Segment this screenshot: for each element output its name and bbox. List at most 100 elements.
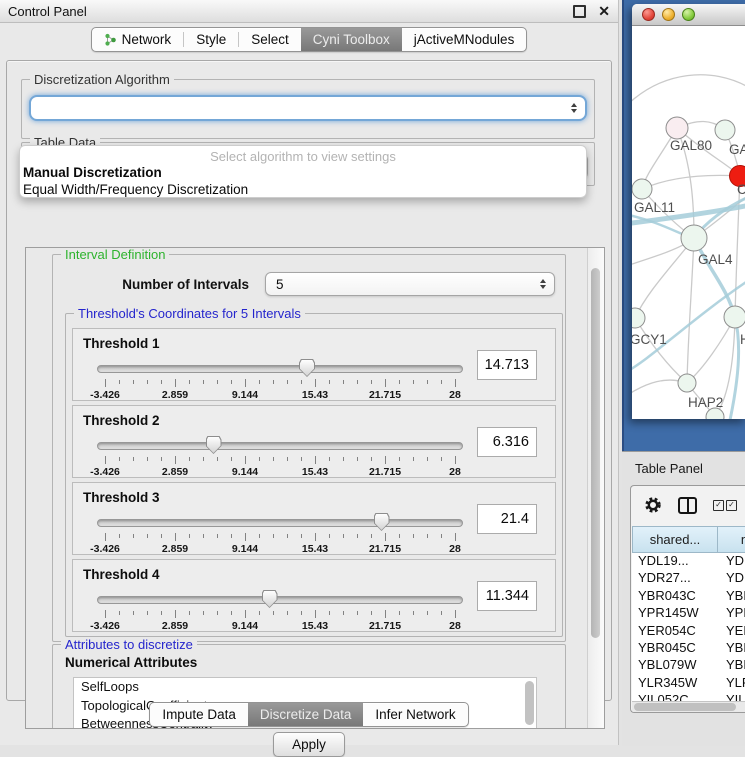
slider-thumb[interactable] — [206, 436, 222, 454]
slider-thumb[interactable] — [299, 359, 315, 377]
table-row[interactable]: YIL052CYIL0 — [632, 692, 745, 701]
settings-scrollbar-track[interactable] — [587, 248, 604, 728]
tick-mark — [189, 611, 190, 615]
tick-mark — [189, 380, 190, 384]
table-row[interactable]: YLR345WYLR3 — [632, 675, 745, 692]
minimize-window-icon[interactable] — [662, 8, 675, 21]
table-row[interactable]: YDL19...YDL1 — [632, 553, 745, 570]
network-canvas[interactable]: GAL80GACGAL11GAL4GCY1HHAP2 — [632, 26, 745, 419]
threshold-value-field[interactable]: 14.713 — [477, 350, 537, 380]
network-edge[interactable] — [635, 238, 694, 318]
tab-label: jActiveMNodules — [414, 32, 515, 47]
attribute-item[interactable]: SelfLoops — [74, 678, 536, 697]
tick-mark — [455, 610, 456, 618]
tick-mark — [427, 611, 428, 615]
slider-track[interactable] — [97, 442, 463, 450]
tab-discretize-data[interactable]: Discretize Data — [248, 703, 364, 726]
slider-thumb[interactable] — [262, 590, 278, 608]
gear-icon[interactable] — [644, 496, 662, 514]
dropdown-option[interactable]: Manual Discretization — [20, 164, 586, 181]
network-node[interactable] — [681, 225, 707, 251]
tab-network[interactable]: Network — [92, 28, 184, 51]
network-view-window: GAL80GACGAL11GAL4GCY1HHAP2 — [632, 4, 745, 419]
table-hscrollbar[interactable] — [632, 701, 745, 712]
column-header[interactable]: shared... — [632, 526, 718, 553]
split-columns-icon[interactable] — [678, 497, 697, 514]
network-node[interactable] — [632, 179, 652, 199]
combo-arrows-icon — [571, 103, 577, 113]
threshold-slider[interactable]: -3.4262.8599.14415.4321.71528 — [97, 588, 463, 632]
table-hscrollbar-thumb[interactable] — [634, 703, 736, 711]
control-panel-titlebar: Control Panel ✕ — [0, 0, 618, 23]
slider-thumb[interactable] — [374, 513, 390, 531]
algorithm-combo[interactable] — [29, 95, 587, 121]
threshold-slider[interactable]: -3.4262.8599.14415.4321.71528 — [97, 434, 463, 478]
zoom-window-icon[interactable] — [682, 8, 695, 21]
close-window-icon[interactable] — [642, 8, 655, 21]
cell-name: YPR1 — [718, 605, 745, 622]
network-node[interactable] — [632, 308, 645, 328]
network-node[interactable] — [678, 374, 696, 392]
tick-mark — [161, 457, 162, 461]
table-row[interactable]: YBR045CYBR0 — [632, 640, 745, 657]
network-edge[interactable] — [632, 75, 745, 106]
network-node[interactable] — [724, 306, 745, 328]
slider-track[interactable] — [97, 365, 463, 373]
dropdown-option[interactable]: Equal Width/Frequency Discretization — [20, 181, 586, 198]
tick-label: 15.43 — [302, 389, 328, 401]
tab-infer-network[interactable]: Infer Network — [363, 703, 467, 726]
tick-mark — [301, 611, 302, 615]
threshold-value-field[interactable]: 11.344 — [477, 581, 537, 611]
tab-style[interactable]: Style — [184, 28, 238, 51]
close-panel-icon[interactable]: ✕ — [598, 4, 610, 18]
select-columns-icon[interactable]: ✓ ✓ — [713, 500, 737, 511]
threshold-slider[interactable]: -3.4262.8599.14415.4321.71528 — [97, 357, 463, 401]
tick-label: -3.426 — [90, 389, 120, 401]
tick-mark — [385, 533, 386, 541]
settings-scrollbar-thumb[interactable] — [591, 268, 600, 638]
table-row[interactable]: YER054CYER0 — [632, 623, 745, 640]
thresholds-group: Threshold's Coordinates for 5 Intervals … — [65, 313, 563, 637]
tick-mark — [133, 457, 134, 461]
threshold-slider[interactable]: -3.4262.8599.14415.4321.71528 — [97, 511, 463, 555]
screen: { "window": { "title": "Control Panel" }… — [0, 0, 745, 745]
thresholds-group-title: Threshold's Coordinates for 5 Intervals — [74, 306, 305, 321]
table-row[interactable]: YBL079WYBL0 — [632, 657, 745, 674]
network-edge[interactable] — [735, 176, 740, 317]
network-node[interactable] — [715, 120, 735, 140]
node-label: C — [737, 182, 745, 197]
threshold-value-field[interactable]: 21.4 — [477, 504, 537, 534]
network-edge[interactable] — [635, 318, 687, 383]
tab-impute-data[interactable]: Impute Data — [150, 703, 248, 726]
tab-cyni-toolbox[interactable]: Cyni Toolbox — [301, 28, 402, 51]
table-row[interactable]: YBR043CYBR0 — [632, 588, 745, 605]
slider-track[interactable] — [97, 519, 463, 527]
network-node[interactable] — [666, 117, 688, 139]
tick-mark — [315, 379, 316, 387]
tick-mark — [203, 380, 204, 384]
tick-mark — [413, 457, 414, 461]
network-edge[interactable] — [687, 238, 694, 383]
tick-label: 28 — [449, 543, 461, 555]
table-row[interactable]: YDR27...YDR2 — [632, 570, 745, 587]
network-graph: GAL80GACGAL11GAL4GCY1HHAP2 — [632, 26, 745, 419]
threshold-panel: Threshold 1-3.4262.8599.14415.4321.71528… — [72, 328, 556, 401]
number-of-intervals-combo[interactable]: 5 — [265, 272, 555, 296]
threshold-label: Threshold 4 — [83, 567, 160, 582]
tick-label: 15.43 — [302, 543, 328, 555]
slider-ticks — [97, 533, 463, 542]
tick-mark — [455, 379, 456, 387]
tab-select[interactable]: Select — [239, 28, 301, 51]
column-header[interactable]: n — [718, 526, 745, 553]
tick-mark — [217, 611, 218, 615]
tick-mark — [413, 611, 414, 615]
table-row[interactable]: YPR145WYPR1 — [632, 605, 745, 622]
node-label: GA — [729, 142, 745, 157]
slider-track[interactable] — [97, 596, 463, 604]
float-panel-icon[interactable] — [573, 5, 586, 18]
tab-jactivemnodules[interactable]: jActiveMNodules — [402, 28, 527, 51]
network-edge[interactable] — [687, 317, 735, 383]
table-panel: Table Panel ✓ ✓ shared...n YDL19...YDL1Y… — [622, 451, 745, 746]
tick-mark — [399, 457, 400, 461]
threshold-value-field[interactable]: 6.316 — [477, 427, 537, 457]
